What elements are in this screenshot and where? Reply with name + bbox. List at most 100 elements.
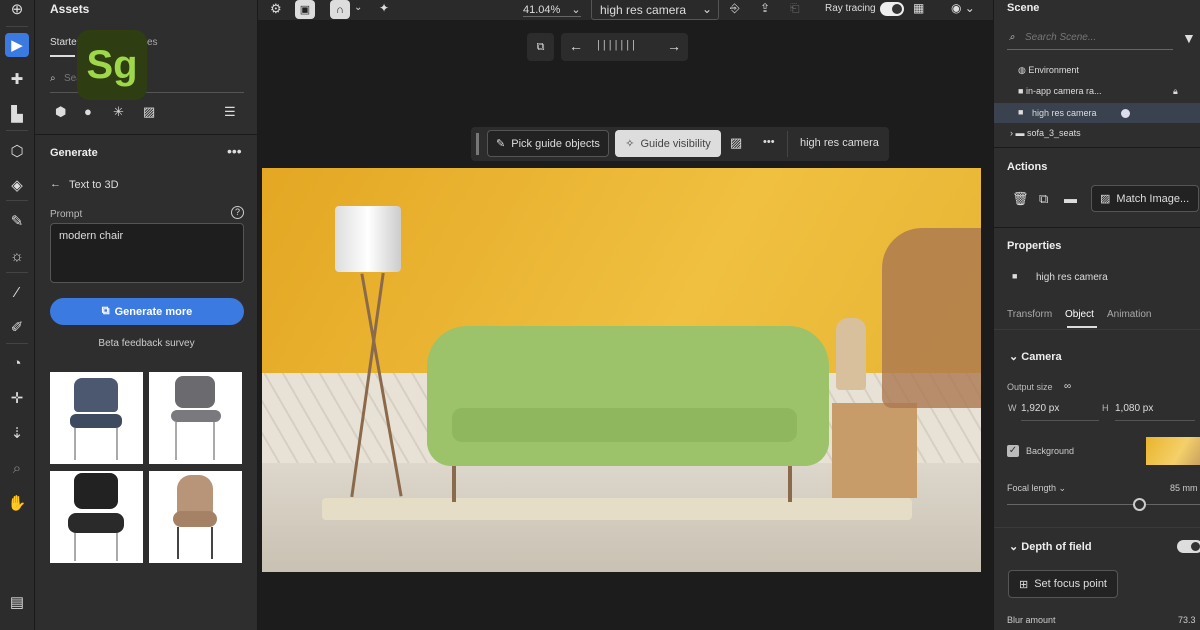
dof-section-header[interactable]: ⌄ Depth of field — [1009, 540, 1092, 553]
prompt-input[interactable]: modern chair — [50, 223, 244, 283]
select-tool-icon[interactable]: ▶ — [5, 33, 29, 57]
move-tool-icon[interactable]: ✚ — [5, 67, 29, 91]
eyedropper-icon[interactable]: ✐ — [5, 315, 29, 339]
panel-toggle-icon[interactable]: ▤ — [5, 590, 29, 614]
tab-other[interactable]: es — [147, 37, 158, 48]
lock-icon[interactable]: 🔒︎ — [1173, 86, 1178, 97]
camera-view-icon[interactable]: ⧉ — [527, 33, 554, 61]
folder-icon: ▬ — [1015, 128, 1025, 138]
focal-length-label: Focal length — [1007, 483, 1057, 493]
scene-search[interactable]: ⌕ Search Scene... — [1007, 32, 1173, 50]
pen-tool-icon[interactable]: ✎ — [5, 209, 29, 233]
scrub-ticks[interactable]: ||||||| — [597, 39, 638, 51]
viewport-render[interactable] — [262, 168, 981, 572]
camera-icon: ■ — [1018, 107, 1024, 117]
paint-icon[interactable]: ◔ — [5, 351, 29, 375]
delete-icon[interactable]: 🗑︎ — [1012, 191, 1029, 207]
duplicate-icon[interactable]: ⧉ — [1039, 191, 1048, 207]
network-icon[interactable]: ⚙ — [270, 1, 282, 17]
arrow-left-icon[interactable]: ← — [569, 38, 583, 54]
zoom-dropdown[interactable]: 41.04% ⌄ — [523, 3, 581, 17]
images-filter-icon[interactable]: ▨ — [143, 104, 155, 120]
scene-item[interactable]: ■ in-app camera ra... 🔒︎ — [1018, 86, 1188, 96]
substance-stager-logo: Sg — [77, 30, 147, 100]
match-image-button[interactable]: ▨ Match Image... — [1091, 185, 1199, 212]
back-arrow-icon[interactable]: ← — [50, 178, 61, 190]
dof-toggle[interactable] — [1177, 540, 1200, 553]
filter-icon[interactable]: ▼ — [1182, 30, 1196, 46]
divider — [6, 26, 28, 27]
hand-icon[interactable]: ✋ — [5, 491, 29, 515]
generated-chair-thumbnail[interactable] — [149, 372, 242, 464]
tab-transform[interactable]: Transform — [1007, 309, 1052, 320]
zoom-icon[interactable]: ⌕ — [5, 456, 29, 480]
assets-title: Assets — [50, 2, 90, 16]
drag-handle[interactable] — [476, 133, 479, 155]
tab-animation[interactable]: Animation — [1107, 309, 1151, 320]
focal-length-dropdown[interactable]: Focal length ⌄ — [1007, 483, 1066, 494]
pick-label: Pick guide objects — [511, 137, 600, 150]
scene-item-selected[interactable]: ■ high res camera — [994, 103, 1200, 123]
snap-icon[interactable]: ✦ — [379, 1, 389, 15]
properties-title: Properties — [1007, 240, 1062, 252]
transform-icon[interactable]: ✛ — [5, 386, 29, 410]
material-icon[interactable]: ◈ — [5, 173, 29, 197]
chevron-down-icon: ⌄ — [571, 4, 581, 16]
background-checkbox[interactable]: ✓ — [1007, 445, 1019, 457]
add-icon[interactable]: ⊕ — [5, 0, 29, 21]
more-icon[interactable]: ••• — [763, 136, 775, 148]
view-icon[interactable]: ◉ ⌄ — [951, 1, 975, 15]
image-add-icon[interactable]: ▨ — [730, 135, 742, 151]
chevron-down-icon[interactable]: ⌄ — [354, 2, 362, 13]
camera-select[interactable]: high res camera ⌄ — [591, 0, 719, 20]
generate-more-button[interactable]: ⧉ Generate more — [50, 298, 244, 325]
generate-title: Generate — [50, 147, 98, 159]
list-view-icon[interactable]: ☰ — [224, 104, 236, 120]
width-input[interactable]: 1,920 px — [1021, 400, 1099, 421]
focal-length-slider[interactable] — [1007, 504, 1200, 505]
chevron-right-icon[interactable]: › — [1010, 128, 1013, 138]
frame-icon[interactable]: ▣ — [295, 0, 315, 19]
tab-object[interactable]: Object — [1065, 309, 1094, 320]
render-settings-icon[interactable]: ▦ — [913, 1, 924, 15]
generated-chair-thumbnail[interactable] — [50, 372, 143, 464]
set-focus-point-button[interactable]: ⊞ Set focus point — [1008, 570, 1118, 598]
blur-amount-value: 73.3 — [1178, 615, 1196, 625]
scene-item[interactable]: › ▬ sofa_3_seats — [1010, 128, 1081, 138]
scene-item[interactable]: ◍ Environment — [1018, 65, 1079, 76]
materials-filter-icon[interactable]: ● — [84, 104, 92, 119]
slider-thumb[interactable] — [1132, 498, 1146, 511]
ray-tracing-toggle[interactable] — [880, 2, 904, 16]
camera-select-value: high res camera — [600, 3, 687, 17]
add-camera-icon[interactable]: ⎆ — [730, 1, 740, 16]
more-icon[interactable]: ••• — [227, 143, 242, 159]
lights-filter-icon[interactable]: ✳ — [113, 104, 124, 120]
pick-guide-objects-button[interactable]: ✎ Pick guide objects — [487, 130, 609, 157]
camera-scrubber[interactable]: ← ||||||| → — [561, 33, 688, 61]
magic-wand-icon[interactable]: ⁄ — [5, 280, 29, 304]
background-thumbnail[interactable] — [1146, 437, 1200, 465]
light-icon[interactable]: ☼ — [5, 244, 29, 268]
mode-title: Text to 3D — [69, 179, 119, 191]
link-icon[interactable]: ∞ — [1064, 381, 1071, 392]
scene-title: Scene — [1007, 2, 1040, 14]
camera-section-header[interactable]: ⌄ Camera — [1009, 350, 1062, 363]
models-filter-icon[interactable]: ⬢ — [55, 104, 66, 120]
help-icon[interactable]: ? — [231, 206, 244, 219]
height-input[interactable]: 1,080 px — [1115, 400, 1195, 421]
arrow-right-icon[interactable]: → — [667, 38, 681, 54]
camera-share-icon[interactable]: ⇪ — [760, 1, 770, 15]
zoom-value: 41.04% — [523, 4, 561, 16]
guide-visibility-button[interactable]: ✧ Guide visibility — [615, 130, 721, 157]
feedback-survey-link[interactable]: Beta feedback survey — [35, 338, 258, 349]
generated-chair-thumbnail[interactable] — [149, 471, 242, 563]
ray-tracing-label: Ray tracing — [825, 3, 876, 14]
drop-icon[interactable]: ⇣ — [5, 421, 29, 445]
tab-starter[interactable]: Starter — [50, 37, 80, 48]
align-tool-icon[interactable]: ▙ — [5, 102, 29, 126]
folder-icon[interactable]: ▬ — [1064, 191, 1077, 206]
tab-underline — [50, 55, 75, 57]
cube-icon[interactable]: ⬡ — [5, 139, 29, 163]
magnet-icon[interactable]: ∩ — [330, 0, 350, 19]
generated-chair-thumbnail[interactable] — [50, 471, 143, 563]
